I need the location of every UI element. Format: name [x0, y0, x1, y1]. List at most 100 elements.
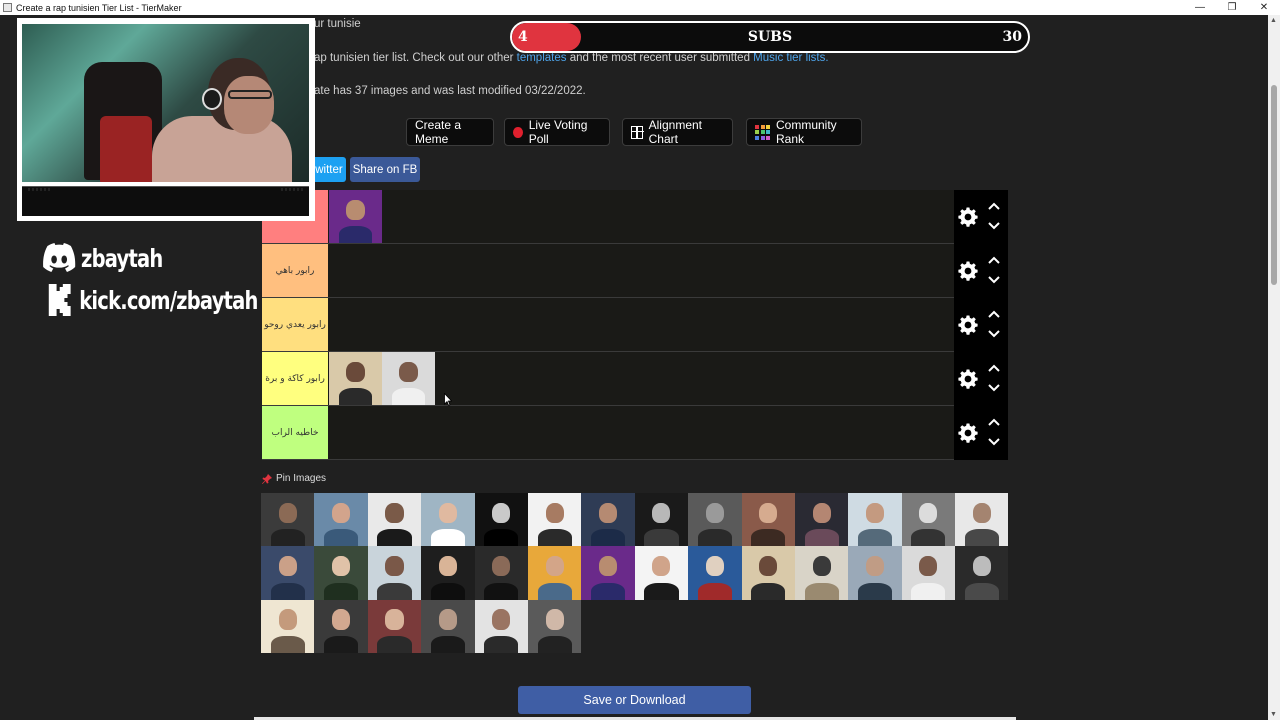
rapper-photo[interactable] [581, 546, 635, 600]
alignment-chart-button[interactable]: Alignment Chart [622, 118, 733, 146]
rapper-photo[interactable] [527, 546, 582, 600]
rapper-photo[interactable] [901, 546, 956, 600]
minimize-button[interactable]: — [1184, 0, 1216, 15]
rapper-photo[interactable] [581, 493, 635, 547]
rapper-photo[interactable] [261, 599, 315, 654]
rapper-photo[interactable] [474, 546, 528, 600]
rapper-photo[interactable] [955, 546, 1009, 600]
scrollbar-thumb[interactable] [1271, 85, 1277, 285]
chevron-up-icon[interactable] [988, 364, 1000, 372]
gear-icon[interactable] [958, 369, 978, 389]
tier-controls [954, 190, 1008, 244]
templates-link[interactable]: templates [517, 52, 567, 64]
window-controls: — ❐ ✕ [1184, 0, 1280, 15]
chevron-up-icon[interactable] [988, 202, 1000, 210]
rapper-photo[interactable] [474, 599, 528, 654]
subs-goal-bar: 4 SUBS 30 [510, 21, 1030, 53]
rapper-photo[interactable] [329, 352, 382, 405]
rapper-photo[interactable] [848, 546, 902, 600]
photo-face [865, 556, 885, 577]
photo-face [492, 556, 511, 577]
rapper-photo[interactable] [794, 546, 849, 600]
chevron-up-icon[interactable] [988, 256, 1000, 264]
save-or-download-label: Save or Download [583, 693, 686, 707]
tier-controls [954, 298, 1008, 352]
rapper-photo[interactable] [421, 546, 475, 600]
webcam-video [22, 24, 309, 182]
rapper-photo[interactable] [421, 599, 475, 654]
rapper-photo[interactable] [329, 190, 382, 243]
photo-face [492, 502, 511, 523]
rapper-photo[interactable] [688, 546, 742, 600]
rapper-photo[interactable] [901, 493, 956, 547]
rapper-photo[interactable] [314, 546, 368, 600]
photo-face [278, 556, 297, 577]
chevron-up-icon[interactable] [988, 418, 1000, 426]
photo-body [270, 529, 305, 547]
page-scrollbar[interactable]: ▲ ▼ [1268, 15, 1280, 720]
tier-table: رابور باهي رابور يعدي روحو رابور كاكة و بر… [262, 190, 1008, 460]
rapper-photo[interactable] [688, 493, 742, 547]
share-twitter-button[interactable]: witter [312, 157, 346, 182]
save-or-download-button[interactable]: Save or Download [518, 686, 751, 714]
rapper-photo[interactable] [741, 546, 795, 600]
rapper-photo[interactable] [634, 493, 689, 547]
tier-label[interactable]: رابور باهي [262, 244, 328, 297]
tier-controls [954, 352, 1008, 406]
rapper-photo[interactable] [527, 493, 582, 547]
tier-items-dropzone[interactable] [329, 190, 382, 243]
photo-body [484, 636, 519, 654]
photo-body [338, 226, 373, 243]
rapper-photo[interactable] [634, 546, 689, 600]
photo-body [697, 582, 732, 600]
rapper-photo[interactable] [741, 493, 795, 547]
rapper-photo[interactable] [474, 493, 528, 547]
gear-icon[interactable] [958, 261, 978, 281]
rapper-photo[interactable] [261, 493, 315, 547]
rapper-photo[interactable] [367, 546, 422, 600]
rapper-photo[interactable] [794, 493, 849, 547]
rapper-photo[interactable] [314, 599, 368, 654]
gear-icon[interactable] [958, 207, 978, 227]
share-twitter-label: witter [315, 163, 343, 176]
chevron-up-icon[interactable] [988, 310, 1000, 318]
rapper-photo[interactable] [848, 493, 902, 547]
discord-handle: zbaytah [42, 242, 163, 274]
chevron-down-icon[interactable] [988, 222, 1000, 230]
share-facebook-button[interactable]: Share on FB [350, 157, 420, 182]
kick-url: kick.com/zbaytah [48, 283, 258, 317]
gear-icon[interactable] [958, 423, 978, 443]
tier-label[interactable]: خاطيه الراب [262, 406, 328, 459]
rapper-photo[interactable] [955, 493, 1009, 547]
gear-icon[interactable] [958, 315, 978, 335]
rapper-photo[interactable] [382, 352, 435, 405]
rapper-photo[interactable] [314, 493, 368, 547]
chevron-down-icon[interactable] [988, 438, 1000, 446]
tier-row: رابور كاكة و برة [262, 352, 1008, 406]
close-button[interactable]: ✕ [1248, 0, 1280, 15]
restore-button[interactable]: ❐ [1216, 0, 1248, 15]
tier-items-dropzone[interactable] [329, 352, 435, 405]
chevron-down-icon[interactable] [988, 330, 1000, 338]
rapper-photo[interactable] [421, 493, 475, 547]
photo-face [598, 556, 618, 577]
rapper-photo[interactable] [261, 546, 315, 600]
rapper-photo[interactable] [527, 599, 582, 654]
photo-body [537, 636, 572, 654]
rapper-photo[interactable] [367, 493, 422, 547]
tier-label[interactable]: رابور يعدي روحو [262, 298, 328, 351]
music-tier-lists-link[interactable]: Music tier lists. [753, 52, 828, 64]
live-voting-poll-button[interactable]: Live Voting Poll [504, 118, 610, 146]
tier-row [262, 190, 1008, 244]
scroll-down-arrow-icon[interactable]: ▼ [1270, 711, 1277, 718]
photo-face [278, 502, 297, 523]
rapper-photo[interactable] [367, 599, 422, 654]
tier-label[interactable]: رابور كاكة و برة [262, 352, 328, 405]
community-rank-button[interactable]: Community Rank [746, 118, 862, 146]
photo-body [270, 636, 305, 654]
scroll-up-arrow-icon[interactable]: ▲ [1270, 17, 1277, 24]
pin-images-toggle[interactable]: Pin Images [262, 473, 326, 484]
create-meme-button[interactable]: Create a Meme [406, 118, 494, 146]
chevron-down-icon[interactable] [988, 384, 1000, 392]
chevron-down-icon[interactable] [988, 276, 1000, 284]
